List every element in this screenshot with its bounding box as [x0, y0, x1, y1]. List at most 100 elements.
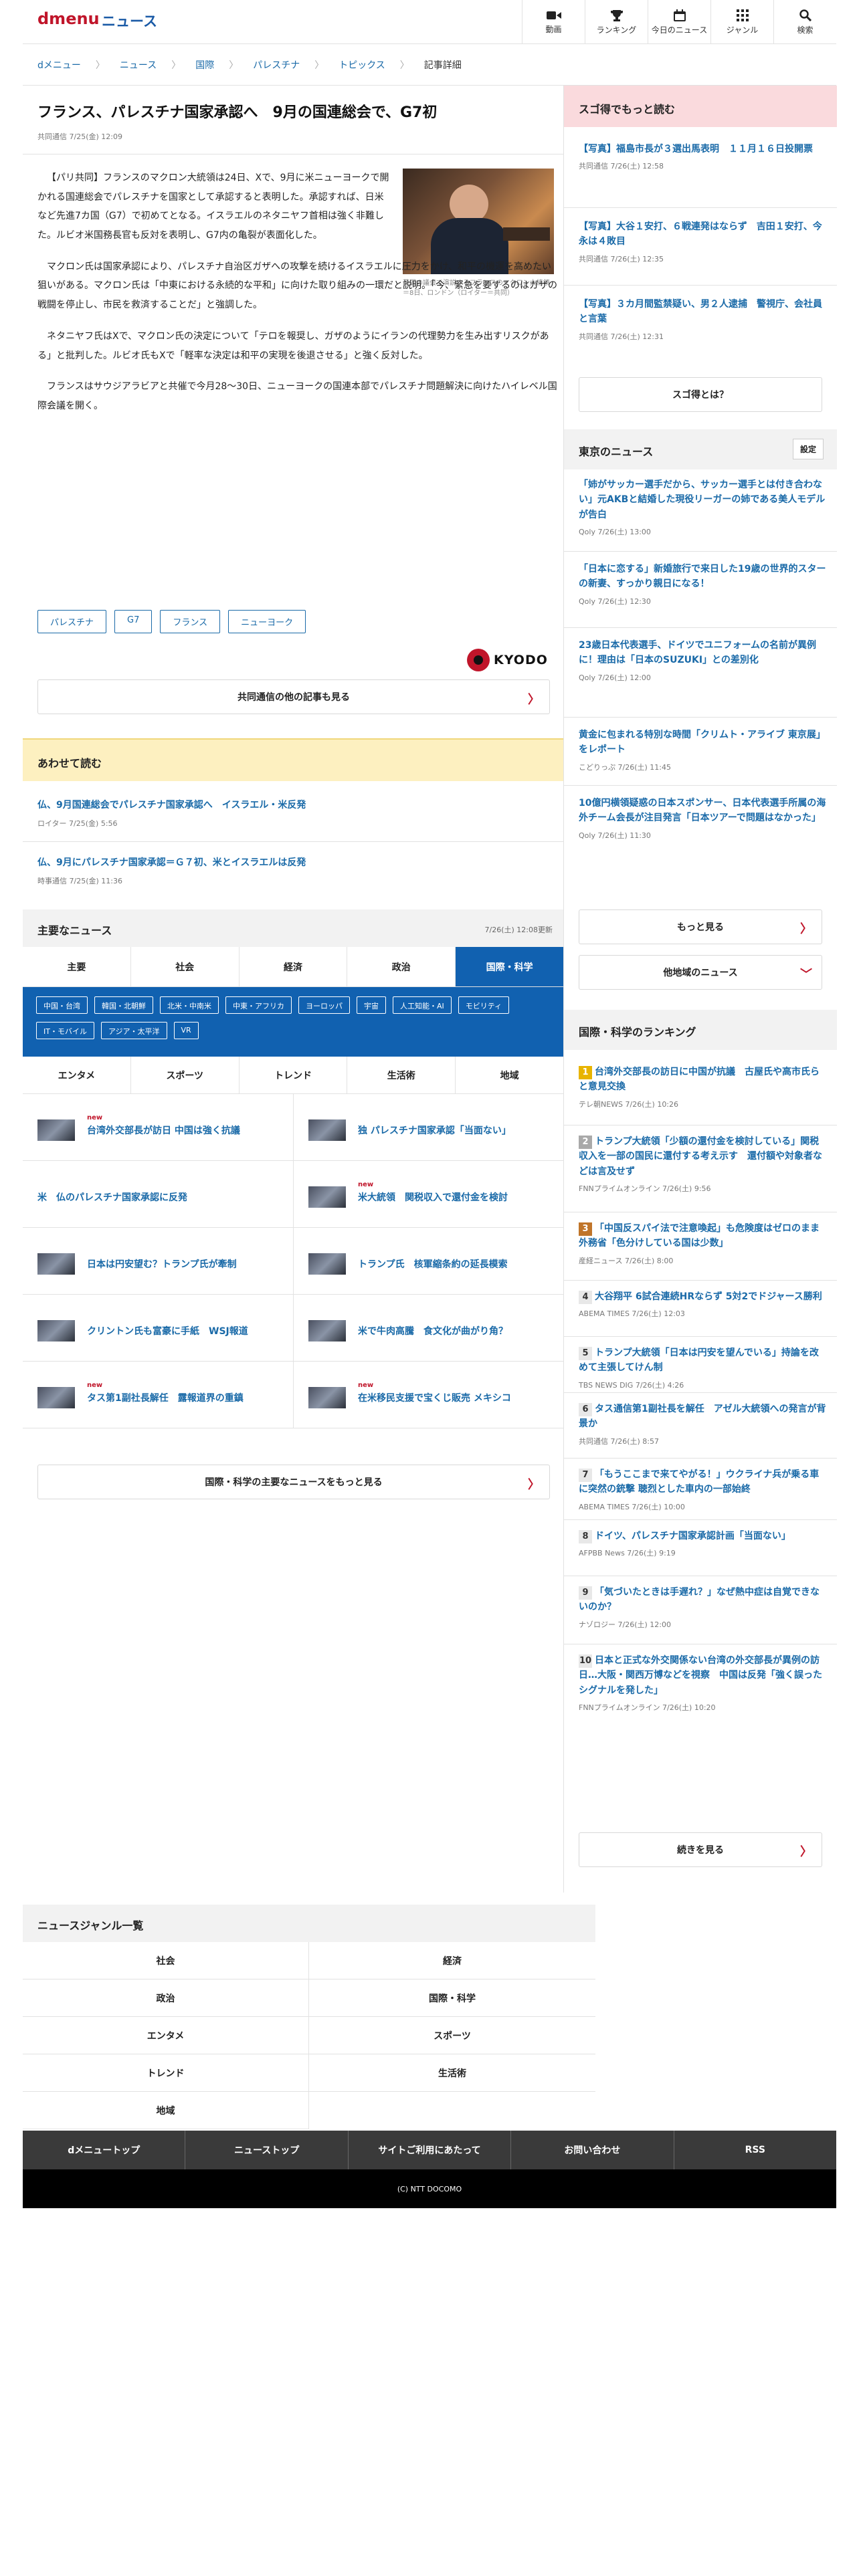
tag-palestine[interactable]: パレスチナ [37, 610, 107, 633]
ranking-title[interactable]: 大谷翔平 6試合連続HRならず 5対2でドジャース勝利 [595, 1291, 822, 1302]
news-title[interactable]: 米大統領 関税収入で還付金を検討 [358, 1190, 559, 1204]
ranking-item[interactable]: 1 台湾外交部長の訪日に中国が抗議 古屋氏や高市氏らと意見交換 テレ朝NEWS 7/… [579, 1065, 826, 1109]
footer-terms[interactable]: サイトご利用にあたって [349, 2131, 512, 2169]
major-news-item[interactable]: トランプ氏 核軍縮条約の延長模索 [293, 1228, 563, 1295]
ranking-title[interactable]: 「中国反スパイ法で注意喚起」も危険度はゼロのまま 外務省「色分けしている国は少数… [579, 1223, 829, 1249]
news-title[interactable]: タス第1副社長解任 露報道界の重鎮 [87, 1391, 288, 1404]
sugotoku-item[interactable]: 【写真】３カ月間監禁疑い、男２人逮捕 警視庁、会社員と言葉 共同通信 7/26(土… [579, 297, 826, 342]
tokyo-more-button[interactable]: もっと見る〉 [579, 909, 822, 944]
tab-economy[interactable]: 経済 [240, 947, 348, 986]
ranking-title[interactable]: ドイツ、パレスチナ国家承認計画「当面ない」 [595, 1531, 791, 1541]
subtag-it-mobile[interactable]: IT・モバイル [36, 1022, 94, 1039]
tab-society[interactable]: 社会 [131, 947, 240, 986]
tab-region[interactable]: 地域 [456, 1057, 563, 1093]
major-news-item[interactable]: 独 パレスチナ国家承認「当面ない」 [293, 1094, 563, 1161]
news-thumbnail[interactable] [308, 1186, 346, 1208]
ranking-title[interactable]: 「気づいたときは手遅れ？」なぜ熱中症は自覚できないのか？ [579, 1587, 820, 1612]
tag-newyork[interactable]: ニューヨーク [228, 610, 306, 633]
ranking-item[interactable]: 10 日本と正式な外交関係ない台湾の外交部長が異例の訪日…大阪・関西万博などを視察… [579, 1653, 826, 1713]
genre-item[interactable]: エンタメ [23, 2017, 309, 2054]
subtag-space[interactable]: 宇宙 [357, 996, 386, 1014]
news-thumbnail[interactable] [308, 1320, 346, 1341]
news-thumbnail[interactable] [308, 1253, 346, 1275]
breadcrumb-dmenu[interactable]: dメニュー [37, 58, 81, 72]
tab-main[interactable]: 主要 [23, 947, 131, 986]
ranking-title[interactable]: トランプ大統領「少額の還付金を検討している」関税収入を一部の国民に還付する考え示… [579, 1136, 822, 1177]
major-news-item[interactable]: new 在米移民支援で宝くじ販売 メキシコ [293, 1362, 563, 1428]
breadcrumb-news[interactable]: ニュース [120, 58, 157, 72]
nav-video[interactable]: 動画 [522, 0, 585, 44]
tab-entertainment[interactable]: エンタメ [23, 1057, 131, 1093]
subtag-korea[interactable]: 韓国・北朝鮮 [94, 996, 153, 1014]
subtag-mobility[interactable]: モビリティ [458, 996, 510, 1014]
subtag-americas[interactable]: 北米・中南米 [160, 996, 219, 1014]
more-major-news-button[interactable]: 国際・科学の主要なニュースをもっと見る 〉 [37, 1465, 550, 1499]
subtag-ai[interactable]: 人工知能・AI [393, 996, 452, 1014]
subtag-china-taiwan[interactable]: 中国・台湾 [36, 996, 88, 1014]
tokyo-news-item[interactable]: 「日本に恋する」新婚旅行で来日した19歳の世界的スターの新妻、すっかり親日になる… [579, 562, 826, 607]
breadcrumb-international[interactable]: 国際 [195, 58, 214, 72]
sugotoku-item[interactable]: 【写真】大谷１安打、６戦連発はならず 吉田１安打、今永は４敗目 共同通信 7/26… [579, 219, 826, 264]
settings-button[interactable]: 設定 [792, 439, 824, 459]
genre-item[interactable]: 政治 [23, 1979, 309, 2017]
subtag-vr[interactable]: VR [173, 1022, 199, 1039]
footer-news-top[interactable]: ニューストップ [185, 2131, 349, 2169]
ranking-title[interactable]: 「もうここまで来てやがる！」ウクライナ兵が乗る車に突然の銃撃 聴烈とした車内の一… [579, 1469, 819, 1495]
related-item[interactable]: 仏、9月にパレスチナ国家承認＝Ｇ７初、米とイスラエルは反発 時事通信 7/25(… [37, 856, 553, 886]
tab-politics[interactable]: 政治 [347, 947, 456, 986]
ranking-item[interactable]: 3 「中国反スパイ法で注意喚起」も危険度はゼロのまま 外務省「色分けしている国は少… [579, 1221, 829, 1266]
news-title[interactable]: 日本は円安望む？トランプ氏が牽制 [87, 1257, 288, 1271]
ranking-title[interactable]: 日本と正式な外交関係ない台湾の外交部長が異例の訪日…大阪・関西万博などを視察 中… [579, 1655, 822, 1696]
ranking-title[interactable]: トランプ大統領「日本は円安を望んでいる」持論を改めて主張してけん制 [579, 1348, 819, 1373]
more-source-articles-button[interactable]: 共同通信の他の記事も見る 〉 [37, 679, 550, 714]
dmenu-logo[interactable]: dmenu [37, 9, 100, 28]
news-thumbnail[interactable] [37, 1119, 75, 1141]
ranking-item[interactable]: 7 「もうここまで来てやがる！」ウクライナ兵が乗る車に突然の銃撃 聴烈とした車内の… [579, 1467, 826, 1512]
nav-genre[interactable]: ジャンル [710, 0, 773, 44]
ranking-item[interactable]: 9 「気づいたときは手遅れ？」なぜ熱中症は自覚できないのか？ ナゾロジー 7/26(… [579, 1585, 826, 1630]
ranking-item[interactable]: 6 タス通信第1副社長を解任 アゼル大統領への発言が背景か 共同通信 7/26(土)… [579, 1402, 826, 1446]
news-title[interactable]: 台湾外交部長が訪日 中国は強く抗議 [87, 1123, 288, 1137]
major-news-item[interactable]: new 台湾外交部長が訪日 中国は強く抗議 [23, 1094, 293, 1161]
ranking-more-button[interactable]: 続きを見る〉 [579, 1832, 822, 1867]
news-title[interactable]: クリントン氏も富豪に手紙 WSJ報道 [87, 1324, 288, 1337]
news-thumbnail[interactable] [37, 1320, 75, 1341]
tokyo-news-item[interactable]: 「姉がサッカー選手だから、サッカー選手とは付き合わない」元AKBと結婚した現役リ… [579, 477, 826, 537]
news-title[interactable]: 米 仏のパレスチナ国家承認に反発 [37, 1190, 238, 1204]
genre-item[interactable]: 地域 [23, 2092, 309, 2129]
major-news-item[interactable]: new 米大統領 関税収入で還付金を検討 [293, 1161, 563, 1228]
sugotoku-item[interactable]: 【写真】福島市長が３選出馬表明 １１月１６日投開票 共同通信 7/26(土) 12… [579, 142, 826, 171]
sugotoku-about-button[interactable]: スゴ得とは？ [579, 377, 822, 412]
genre-item[interactable]: 経済 [309, 1942, 595, 1979]
tag-france[interactable]: フランス [160, 610, 221, 633]
ranking-title[interactable]: 台湾外交部長の訪日に中国が抗議 古屋氏や高市氏らと意見交換 [579, 1067, 820, 1092]
breadcrumb-topics[interactable]: トピックス [339, 58, 385, 72]
genre-item[interactable]: スポーツ [309, 2017, 595, 2054]
tokyo-news-item[interactable]: 10億円横領疑惑の日本スポンサー、日本代表選手所属の海外チーム会長が注目発言「日… [579, 796, 826, 841]
genre-item[interactable]: 国際・科学 [309, 1979, 595, 2017]
news-section-title[interactable]: ニュース [102, 11, 157, 31]
ranking-item[interactable]: 8 ドイツ、パレスチナ国家承認計画「当面ない」 AFPBB News 7/26(土)… [579, 1529, 826, 1558]
genre-item[interactable]: 社会 [23, 1942, 309, 1979]
major-news-item[interactable]: クリントン氏も富豪に手紙 WSJ報道 [23, 1295, 293, 1362]
nav-ranking[interactable]: ランキング [585, 0, 648, 44]
footer-dmenu-top[interactable]: dメニュートップ [23, 2131, 186, 2169]
tag-g7[interactable]: G7 [114, 610, 153, 633]
genre-item[interactable]: トレンド [23, 2054, 309, 2092]
tab-international-science[interactable]: 国際・科学 [456, 947, 563, 986]
news-thumbnail[interactable] [308, 1387, 346, 1408]
major-news-item[interactable]: new タス第1副社長解任 露報道界の重鎮 [23, 1362, 293, 1428]
news-thumbnail[interactable] [308, 1119, 346, 1141]
nav-today[interactable]: 今日のニュース [648, 0, 710, 44]
subtag-europe[interactable]: ヨーロッパ [298, 996, 350, 1014]
news-thumbnail[interactable] [37, 1387, 75, 1408]
subtag-mideast-africa[interactable]: 中東・アフリカ [225, 996, 292, 1014]
news-thumbnail[interactable] [37, 1253, 75, 1275]
news-title[interactable]: 米で牛肉高騰 食文化が曲がり角？ [358, 1324, 559, 1337]
tokyo-news-item[interactable]: 黄金に包まれる特別な時間「クリムト・アライブ 東京展」をレポート こどりっぷ 7/… [579, 728, 826, 772]
tab-sports[interactable]: スポーツ [131, 1057, 240, 1093]
major-news-item[interactable]: 日本は円安望む？トランプ氏が牽制 [23, 1228, 293, 1295]
tab-trend[interactable]: トレンド [240, 1057, 348, 1093]
subtag-asia-pacific[interactable]: アジア・太平洋 [100, 1022, 167, 1039]
tab-lifestyle[interactable]: 生活術 [347, 1057, 456, 1093]
